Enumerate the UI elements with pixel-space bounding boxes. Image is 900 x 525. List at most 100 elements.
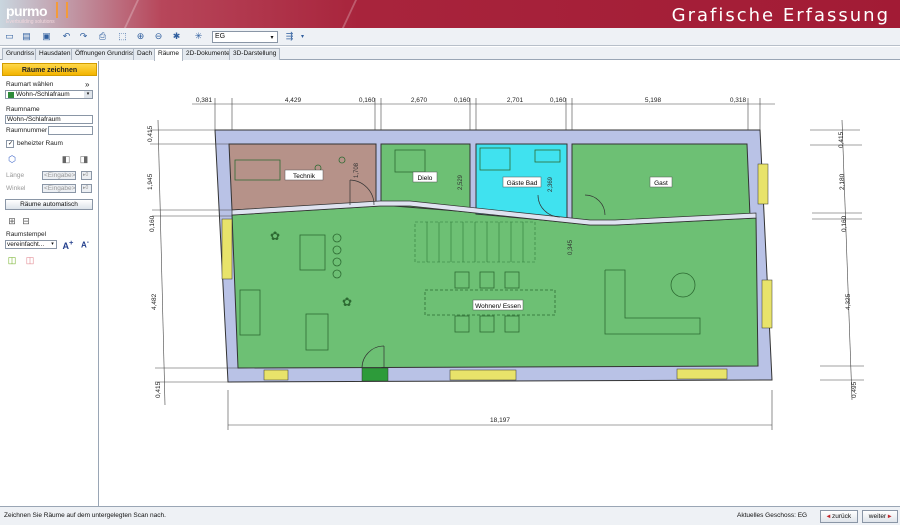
dim-label: 0,415 <box>147 125 154 142</box>
back-button[interactable]: ◂ zurück <box>820 510 858 523</box>
tab-2d-dokumente[interactable]: 2D-Dokumente <box>182 48 234 60</box>
dim-label: 0,160 <box>454 97 471 104</box>
dim-label: 0,495 <box>851 381 858 398</box>
chevron-down-icon: ▾ <box>270 35 274 41</box>
next-button[interactable]: weiter ▸ <box>862 510 898 523</box>
wall-left-icon[interactable]: ◧ <box>60 153 72 165</box>
align-icon[interactable]: ⊞ <box>6 215 18 227</box>
print-icon[interactable]: ⎙ <box>96 30 109 43</box>
tab-bar: Grundriss Hausdaten Öffnungen Grundriss … <box>0 47 900 61</box>
dim-label: 4,429 <box>285 97 302 104</box>
heated-label: beheizter Raum <box>17 140 63 147</box>
room-3d-icon[interactable]: ⬡ <box>6 153 18 165</box>
wall-right-icon[interactable]: ◨ <box>78 153 90 165</box>
room-type-value: Wohn-/Schlafraum <box>16 91 70 98</box>
inner-dim: 2,529 <box>458 174 464 190</box>
length-input[interactable]: <Eingabe> <box>42 171 76 180</box>
back-label: zurück <box>831 513 852 520</box>
room-green-icon[interactable]: ◫ <box>6 254 18 266</box>
dim-label: 0,160 <box>550 97 567 104</box>
stamp-select[interactable]: vereinfacht... ▾ <box>5 240 57 249</box>
open-icon[interactable]: ▤ <box>20 30 33 43</box>
dimension-bottom <box>227 390 773 430</box>
tab-grundriss[interactable]: Grundriss <box>2 48 39 60</box>
dimension-right-labels: 0,415 2,180 0,160 4,325 0,495 <box>838 131 858 398</box>
tab-oeffnungen[interactable]: Öffnungen Grundriss <box>71 48 140 60</box>
undo-icon[interactable]: ↶ <box>60 30 73 43</box>
font-larger-icon[interactable]: A+ <box>62 237 74 251</box>
snap-icon[interactable]: ✱ <box>170 30 183 43</box>
tab-raeume[interactable]: Räume <box>154 48 183 61</box>
inner-dim: 2,369 <box>548 176 554 192</box>
angle-label: Winkel <box>6 185 26 192</box>
font-smaller-icon[interactable]: A- <box>79 237 91 250</box>
room-wohnen-essen[interactable] <box>231 205 759 369</box>
floor-select-value: EG <box>215 33 226 40</box>
status-bar: Zeichnen Sie Räume auf dem untergelegten… <box>0 506 900 525</box>
tab-dach[interactable]: Dach <box>133 48 157 60</box>
room-name-input[interactable]: Wohn-/Schlafraum <box>5 115 93 124</box>
floor-plan[interactable]: ✿ ✿ Technik Dielo Gäste Bad Gast Wohnen/… <box>100 61 900 506</box>
dim-label: 4,482 <box>151 293 158 310</box>
room-label-wohnen-essen: Wohnen/ Essen <box>475 303 521 310</box>
logo-mark-icon <box>56 2 68 18</box>
next-label: weiter <box>868 513 887 520</box>
arrow-left-icon: ◂ <box>826 513 831 520</box>
dim-label: 2,670 <box>411 97 428 104</box>
angle-input[interactable]: <Eingabe> <box>42 184 76 193</box>
dim-label: 4,325 <box>845 293 852 310</box>
layers-icon[interactable]: ⇶ <box>283 30 296 43</box>
rooms-auto-button[interactable]: Räume automatisch <box>5 199 93 210</box>
app-title: Grafische Erfassung <box>671 5 890 26</box>
stamp-icon[interactable]: ⊟ <box>20 215 32 227</box>
drawing-canvas[interactable]: ✿ ✿ Technik Dielo Gäste Bad Gast Wohnen/… <box>100 61 900 506</box>
stamp-label: Raumstempel <box>6 231 47 238</box>
room-number-input[interactable] <box>48 126 93 135</box>
room-red-icon[interactable]: ◫ <box>24 254 36 266</box>
room-type-select[interactable]: Wohn-/Schlafraum ▾ <box>5 90 93 99</box>
tab-hausdaten[interactable]: Hausdaten <box>35 48 75 60</box>
sidebar-panel: Räume zeichnen Raumart wählen » Wohn-/Sc… <box>0 61 99 506</box>
dimension-left-labels: 0,415 1,945 0,160 4,482 0,415 <box>147 125 162 398</box>
zoom-out-icon[interactable]: ⊖ <box>152 30 165 43</box>
tab-3d-darstellung[interactable]: 3D-Darstellung <box>229 48 281 60</box>
length-arrow-button[interactable]: ▸0 <box>81 171 92 180</box>
room-type-label: Raumart wählen <box>6 81 54 88</box>
room-label-dielo: Dielo <box>418 175 433 182</box>
logo-tagline: Everbuilding solutions <box>6 19 55 25</box>
dim-label: 2,701 <box>507 97 524 104</box>
room-label-technik: Technik <box>293 173 316 180</box>
heated-checkbox[interactable]: ✓ <box>6 140 14 148</box>
zoom-in-icon[interactable]: ⊕ <box>134 30 147 43</box>
zoom-window-icon[interactable]: ⬚ <box>116 30 129 43</box>
room-name-label: Raumname <box>6 106 40 113</box>
plant-icon: ✿ <box>270 229 280 243</box>
arrow-right-icon: ▸ <box>887 513 892 520</box>
room-label-gaeste-bad: Gäste Bad <box>507 180 538 187</box>
save-icon[interactable]: ▣ <box>40 30 53 43</box>
new-icon[interactable]: ▭ <box>3 30 16 43</box>
stamp-value: vereinfacht... <box>7 241 45 248</box>
current-floor: Aktuelles Geschoss: EG <box>737 512 808 519</box>
redo-icon[interactable]: ↷ <box>77 30 90 43</box>
floor-select[interactable]: EG ▾ <box>212 31 278 43</box>
dimension-top <box>192 98 775 130</box>
toolbar: ▭ ▤ ▣ ↶ ↷ ⎙ ⬚ ⊕ ⊖ ✱ ✳ EG ▾ ⇶ ▾ <box>0 28 900 46</box>
dimension-right <box>810 119 864 401</box>
expand-icon[interactable]: » <box>85 80 89 89</box>
dimension-top-labels: 0,381 4,429 0,160 2,670 0,160 2,701 0,16… <box>196 97 747 104</box>
entrance-door[interactable] <box>361 367 389 382</box>
inner-dim: 0,345 <box>568 239 574 255</box>
plant-icon: ✿ <box>342 295 352 309</box>
room-number-label: Raumnummer <box>6 127 48 134</box>
chevron-down-icon: ▾ <box>84 91 92 98</box>
status-message: Zeichnen Sie Räume auf dem untergelegten… <box>4 512 166 519</box>
angle-arrow-button[interactable]: ▸0 <box>81 184 92 193</box>
dim-label: 5,198 <box>645 97 662 104</box>
dim-label: 0,318 <box>730 97 747 104</box>
header-decoration <box>119 0 361 28</box>
layers-dropdown-icon[interactable]: ▾ <box>296 30 309 43</box>
grid-icon[interactable]: ✳ <box>192 30 205 43</box>
dim-label: 0,160 <box>359 97 376 104</box>
chevron-down-icon: ▾ <box>51 241 54 247</box>
